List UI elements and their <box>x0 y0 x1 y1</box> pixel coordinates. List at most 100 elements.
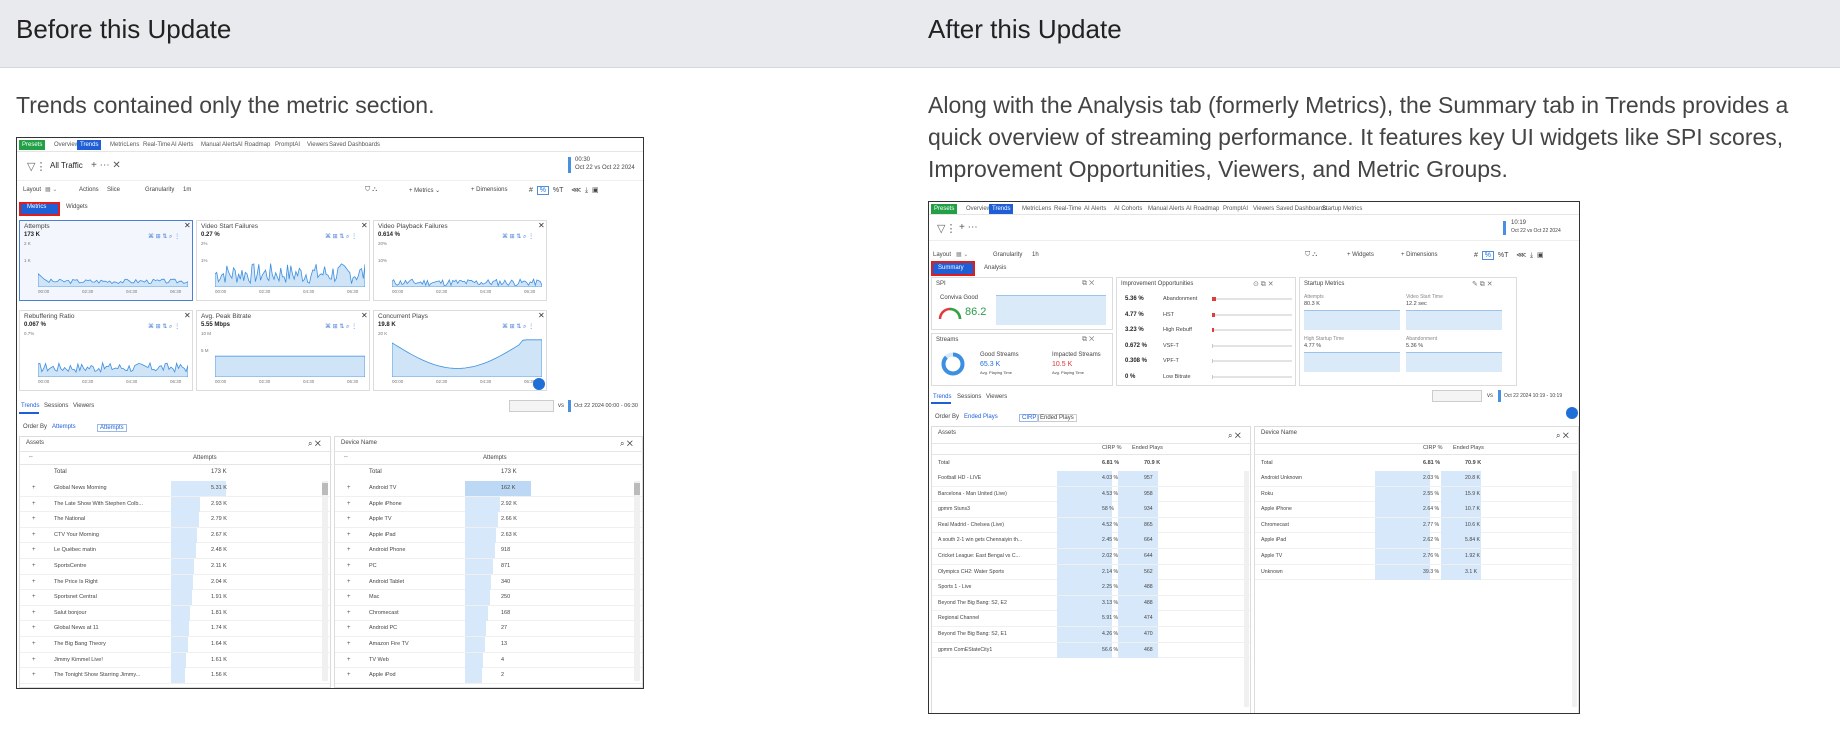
expand-row-icon[interactable]: + <box>32 610 36 616</box>
expand-row-icon[interactable]: + <box>32 672 36 678</box>
chart-tools-icon[interactable]: ⌘ ⊞ ⇅ ⌕ ⋮ <box>148 323 180 331</box>
table-row[interactable]: Beyond The Big Bang: S2, E1 4.26 % 470 <box>932 627 1250 643</box>
expand-row-icon[interactable]: + <box>32 516 36 522</box>
table-row[interactable]: + Android TV 162 K <box>335 481 642 497</box>
analysis-tab[interactable]: Analysis <box>984 265 1006 271</box>
filter-tools-icon[interactable]: ⛉ ⛬ <box>365 186 377 194</box>
add-filter-icon[interactable]: + ⋯ <box>959 222 978 233</box>
table-row[interactable]: Apple iPad 2.62 % 5.84 K <box>1255 533 1578 549</box>
table-row[interactable]: Beyond The Big Bang: S2, E2 3.13 % 488 <box>932 595 1250 612</box>
card-actions-icon[interactable]: ⊙ ⧉ ✕ <box>1253 280 1274 289</box>
top-tab-3[interactable]: MetricLens <box>1019 204 1054 214</box>
chart-tools-icon[interactable]: ⌘ ⊞ ⇅ ⌕ ⋮ <box>325 233 357 241</box>
expand-row-icon[interactable]: + <box>32 485 36 491</box>
granularity-value[interactable]: 1m <box>183 187 191 193</box>
table-row[interactable]: + Jimmy Kimmel Live! 1.61 K <box>20 652 330 669</box>
table-row[interactable]: Apple iPhone 2.64 % 10.7 K <box>1255 502 1578 518</box>
table-row[interactable]: Regional Channel 5.91 % 474 <box>932 611 1250 627</box>
table-row[interactable]: + Chromecast 168 <box>335 605 642 622</box>
table-row[interactable]: + The Tonight Show Starring Jimmy... 1.56 … <box>20 668 330 684</box>
actions-value[interactable]: Slice <box>107 187 120 193</box>
expand-row-icon[interactable]: + <box>32 625 36 631</box>
order-by-value[interactable]: Attempts <box>52 424 76 430</box>
table-row[interactable]: + Mac 250 <box>335 590 642 606</box>
expand-row-icon[interactable]: + <box>347 532 351 538</box>
expand-row-icon[interactable]: + <box>347 563 351 569</box>
metric-card[interactable]: Attempts 173 K ✕ ⌘ ⊞ ⇅ ⌕ ⋮ 2 K 1 K 00:00 02:30 0… <box>19 220 193 301</box>
filter-label[interactable]: All Traffic <box>50 161 83 170</box>
date-compare-toggle[interactable] <box>1432 390 1482 402</box>
expand-row-icon[interactable]: + <box>32 532 36 538</box>
add-filter-icon[interactable]: + ⋯ ✕ <box>91 160 121 171</box>
table-actions-icon[interactable]: ⌕ ✕ <box>1228 431 1241 441</box>
table-actions-icon[interactable]: ⌕ ✕ <box>1556 431 1569 441</box>
date-top[interactable]: 10:19 <box>1511 220 1526 226</box>
card-actions-icon[interactable]: ⧉ ✕ <box>1082 280 1094 288</box>
card-actions-icon[interactable]: ✎ ⧉ ✕ <box>1472 280 1493 289</box>
granularity-value[interactable]: 1h <box>1032 252 1039 258</box>
expand-row-icon[interactable]: + <box>347 516 351 522</box>
close-icon[interactable]: ✕ <box>538 311 545 320</box>
add-dimensions-button[interactable]: + Dimensions <box>471 187 508 193</box>
table-row[interactable]: Apple TV 2.76 % 1.92 K <box>1255 549 1578 565</box>
table-row[interactable]: Barcelona - Man United (Live) 4.53 % 958 <box>932 486 1250 503</box>
expand-row-icon[interactable]: + <box>347 485 351 491</box>
expand-row-icon[interactable]: + <box>32 501 36 507</box>
layout-dropdown[interactable]: ▦ ⌄ <box>956 251 968 258</box>
expand-row-icon[interactable]: + <box>32 594 36 600</box>
expand-row-icon[interactable]: + <box>347 657 351 663</box>
date-bottom[interactable]: Oct 22 vs Oct 22 2024 <box>1511 228 1561 234</box>
table-row[interactable]: + Le Québec matin 2.48 K <box>20 543 330 559</box>
table-row[interactable]: + Apple iPhone 2.92 K <box>335 496 642 513</box>
table-row[interactable]: + Android PC 27 <box>335 621 642 637</box>
expand-row-icon[interactable]: + <box>347 641 351 647</box>
expand-row-icon[interactable]: + <box>347 672 351 678</box>
date-bottom[interactable]: Oct 22 vs Oct 22 2024 <box>575 165 635 171</box>
date-compare-toggle[interactable] <box>509 400 554 412</box>
filter-icon[interactable]: ▽⋮ <box>27 160 46 173</box>
chat-icon[interactable] <box>533 378 545 390</box>
chart-tools-icon[interactable]: ⌘ ⊞ ⇅ ⌕ ⋮ <box>325 323 357 331</box>
top-tab-2[interactable]: Trends <box>77 140 102 150</box>
table-row[interactable]: + Apple iPad 2.63 K <box>335 527 642 544</box>
table-row[interactable]: + PC 871 <box>335 559 642 575</box>
sessions-tab[interactable]: Sessions <box>44 403 68 409</box>
date-top[interactable]: 00:30 <box>575 157 590 163</box>
chart-tools-icon[interactable]: ⌘ ⊞ ⇅ ⌕ ⋮ <box>148 233 180 241</box>
table-actions-icon[interactable]: ⌕ ✕ <box>620 439 633 449</box>
table-row[interactable]: + Android Tablet 340 <box>335 574 642 591</box>
top-tab-5[interactable]: AI Alerts <box>168 140 196 150</box>
expand-row-icon[interactable]: + <box>347 610 351 616</box>
metric-card[interactable]: Rebuffering Ratio 0.067 % ✕ ⌘ ⊞ ⇅ ⌕ ⋮ 0.7% 00… <box>19 310 193 391</box>
close-icon[interactable]: ✕ <box>361 221 368 230</box>
scrollbar[interactable] <box>1244 471 1249 707</box>
metric-card[interactable]: Concurrent Plays 19.8 K ✕ ⌘ ⊞ ⇅ ⌕ ⋮ 20 K 00:0… <box>373 310 547 391</box>
metric-card[interactable]: Avg. Peak Bitrate 5.55 Mbps ✕ ⌘ ⊞ ⇅ ⌕ ⋮ 10 M… <box>196 310 370 391</box>
metric-card[interactable]: Video Start Failures 0.27 % ✕ ⌘ ⊞ ⇅ ⌕ ⋮ 2% 1%… <box>196 220 370 301</box>
date-compare[interactable]: Oct 22 2024 10:19 - 10:19 <box>1504 393 1562 399</box>
filter-icon[interactable]: ▽⋮ <box>937 222 956 235</box>
table-row[interactable]: Sports 1 - Live 2.25 % 488 <box>932 580 1250 596</box>
viewers-tab[interactable]: Viewers <box>73 403 94 409</box>
top-tab-7[interactable]: AI Roadmap <box>234 140 273 150</box>
order-chip[interactable]: Attempts <box>97 424 127 432</box>
top-tab-9[interactable]: PromptAI <box>1220 204 1251 214</box>
expand-row-icon[interactable]: + <box>32 657 36 663</box>
close-icon[interactable]: ✕ <box>361 311 368 320</box>
table-row[interactable]: + CTV Your Morning 2.67 K <box>20 527 330 544</box>
top-tab-2[interactable]: Trends <box>989 204 1014 214</box>
scrollbar[interactable] <box>1572 471 1577 707</box>
sessions-tab[interactable]: Sessions <box>957 394 981 400</box>
add-dimensions-button[interactable]: + Dimensions <box>1401 252 1438 258</box>
add-widgets-button[interactable]: + Widgets <box>1347 252 1374 258</box>
table-row[interactable]: Roku 2.55 % 15.9 K <box>1255 486 1578 503</box>
table-row[interactable]: A south 2-1 win gets Chennaiyin th... 2.4… <box>932 533 1250 549</box>
metric-card[interactable]: Video Playback Failures 0.614 % ✕ ⌘ ⊞ ⇅ ⌕ ⋮… <box>373 220 547 301</box>
viewers-tab[interactable]: Viewers <box>986 394 1007 400</box>
table-row[interactable]: + Global News Morning 5.31 K <box>20 481 330 497</box>
filter-tools-icon[interactable]: ⛉ ⛬ <box>1305 251 1317 259</box>
expand-row-icon[interactable]: + <box>347 579 351 585</box>
table-row[interactable]: Unknown 39.3 % 3.1 K <box>1255 564 1578 581</box>
table-row[interactable]: Cricket League: East Bengal vs C... 2.02 … <box>932 549 1250 565</box>
table-row[interactable]: Real Madrid - Chelsea (Live) 4.52 % 865 <box>932 517 1250 534</box>
